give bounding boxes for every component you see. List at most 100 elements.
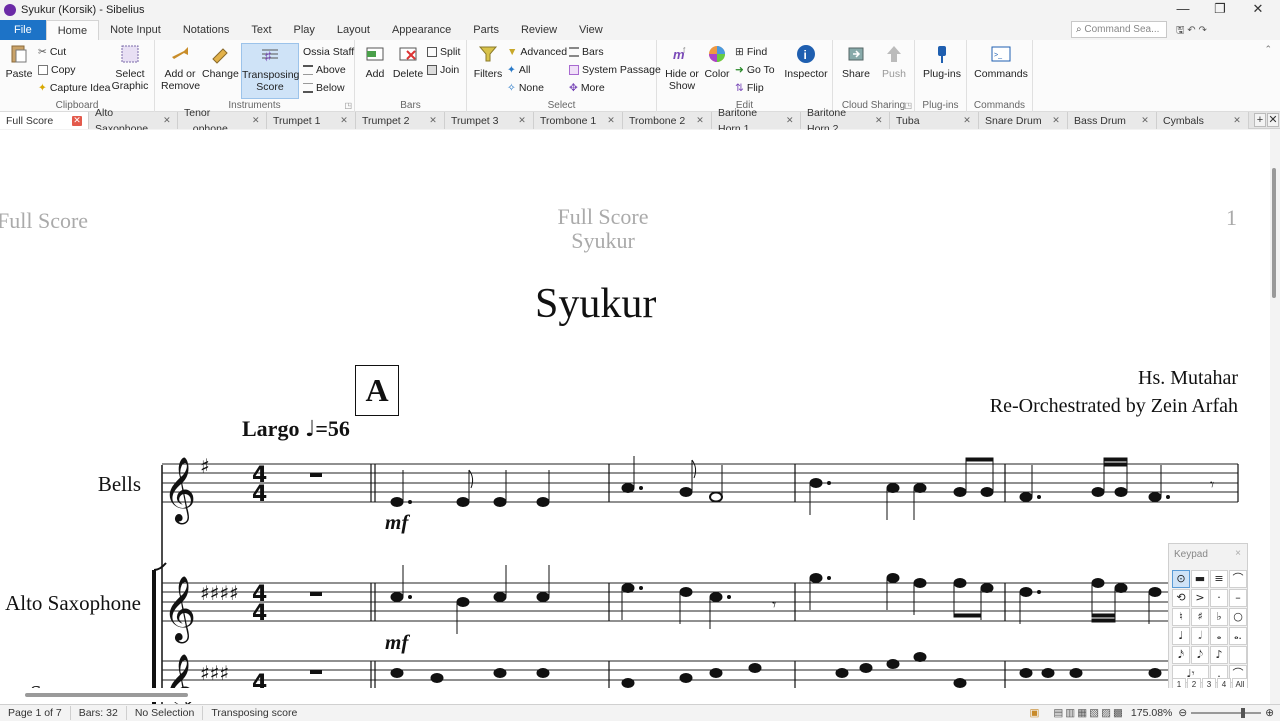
keypad-key[interactable]: 𝅘𝅥𝅯 [1172,646,1190,664]
tab-part[interactable]: Snare Drum ✕ [979,112,1068,129]
select-bars-button[interactable]: Bars [569,44,604,60]
keypad-close-button[interactable]: × [1232,548,1244,560]
hide-show-button[interactable]: mf Hide or Show [661,43,703,92]
keypad-key[interactable]: 𝅘𝅥𝅮 [1191,646,1209,664]
tab-full-score[interactable]: Full Score ✕ [0,112,89,129]
keypad-key[interactable]: ♮ [1172,608,1190,626]
keypad-key[interactable]: ♩ [1172,627,1190,645]
tab-part[interactable]: Trombone 1 ✕ [534,112,623,129]
inspector-button[interactable]: i Inspector [783,43,829,80]
zoom-slider[interactable] [1191,708,1262,718]
view-mode-icons[interactable]: ▤▥▦▧▨▩ [1053,707,1125,719]
command-search-input[interactable]: ⌕ Command Sea... [1071,21,1167,38]
close-tab-icon[interactable]: ✕ [517,115,527,126]
music-notation[interactable]: 𝄞 𝄞 𝄞 ♯ ♯♯♯♯ ♯♯♯ 4 4 4 4 4 𝄾 𝄾 [0,130,1270,704]
keypad-key[interactable]: ♪ [1210,646,1228,664]
advanced-filter-button[interactable]: ▼ Advanced [507,44,567,60]
tab-appearance[interactable]: Appearance [381,20,462,40]
tab-part[interactable]: Baritone Horn 2 ✕ [801,107,890,135]
select-all-button[interactable]: ✦ All [507,62,530,78]
tab-part[interactable]: Baritone Horn 1 ✕ [712,107,801,135]
tab-part[interactable]: Alto Saxophone ✕ [89,107,178,135]
close-all-tabs-button[interactable]: ✕ [1267,113,1279,127]
status-page[interactable]: Page 1 of 7 [0,705,71,720]
delete-bar-button[interactable]: Delete [391,43,425,80]
color-button[interactable]: Color [703,43,731,80]
split-bar-button[interactable]: Split [427,44,460,60]
select-none-button[interactable]: ✧ None [507,80,544,96]
cut-button[interactable]: ✂ Cut [38,44,66,60]
tab-note-input[interactable]: Note Input [99,20,172,40]
keypad-key[interactable]: ♭ [1210,608,1228,626]
add-remove-instruments-button[interactable]: Add or Remove [161,43,200,92]
dialog-launcher-icon[interactable]: ◳ [344,101,352,110]
tab-part[interactable]: Trumpet 1 ✕ [267,112,356,129]
keypad-key[interactable]: ⊙ [1172,570,1190,588]
tab-layout[interactable]: Layout [326,20,381,40]
commands-button[interactable]: >_ Commands [973,43,1029,80]
keypad-key[interactable] [1229,646,1247,664]
push-button[interactable]: Push [877,43,911,80]
system-passage-button[interactable]: System Passage [569,62,661,78]
add-tab-button[interactable]: + [1254,113,1266,127]
goto-button[interactable]: ➜ Go To [735,62,775,78]
zoom-in-icon[interactable]: ⊕ [1265,707,1274,719]
keypad-key[interactable]: 𝅗𝅥 [1191,627,1209,645]
keypad-key[interactable]: · [1210,589,1228,607]
paste-button[interactable]: Paste [4,43,34,80]
close-tab-icon[interactable]: ✕ [695,115,705,126]
keypad-key[interactable]: > [1191,589,1209,607]
filters-button[interactable]: Filters [471,43,505,80]
close-tab-icon[interactable]: ✕ [962,115,972,126]
share-button[interactable]: Share [839,43,873,80]
keypad-key[interactable]: ▬ [1191,570,1209,588]
keypad-key[interactable]: ⟲ [1172,589,1190,607]
close-tab-icon[interactable]: ✕ [339,115,349,126]
close-tab-icon[interactable]: ✕ [72,115,82,126]
tab-part[interactable]: Tuba ✕ [890,112,979,129]
select-graphic-button[interactable]: Select Graphic [108,43,152,92]
tab-part[interactable]: Trumpet 2 ✕ [356,112,445,129]
zoom-out-icon[interactable]: ⊖ [1178,707,1187,719]
close-tab-icon[interactable]: ✕ [786,115,794,126]
tab-part[interactable]: Cymbals ✕ [1157,112,1249,129]
find-button[interactable]: ⊞ Find [735,44,767,60]
tab-text[interactable]: Text [240,20,282,40]
horizontal-scroll-thumb[interactable] [25,693,188,697]
zoom-slider-knob[interactable] [1241,708,1246,718]
maximize-button[interactable]: ❐ [1202,0,1238,20]
minimize-button[interactable]: — [1165,0,1201,20]
close-tab-icon[interactable]: ✕ [1051,115,1061,126]
close-tab-icon[interactable]: ✕ [875,115,883,126]
keypad-key[interactable]: ○ [1229,608,1247,626]
tab-review[interactable]: Review [510,20,568,40]
close-tab-icon[interactable]: ✕ [1232,115,1242,126]
transposing-score-button[interactable]: ♯ Transposing Score [241,43,299,99]
keypad-key[interactable]: – [1229,589,1247,607]
capture-idea-button[interactable]: ✦ Capture Idea [38,80,111,96]
keypad-key[interactable]: ♯ [1191,608,1209,626]
tab-notations[interactable]: Notations [172,20,240,40]
ossia-above-button[interactable]: Above [303,62,346,78]
tab-part[interactable]: Trombone 2 ✕ [623,112,712,129]
tab-part[interactable]: Trumpet 3 ✕ [445,112,534,129]
select-more-button[interactable]: ✥ More [569,80,605,96]
close-tab-icon[interactable]: ✕ [252,115,260,126]
copy-button[interactable]: Copy [38,62,76,78]
join-bar-button[interactable]: Join [427,62,459,78]
keypad-key[interactable]: ⌒ [1229,570,1247,588]
vertical-scroll-thumb[interactable] [1272,168,1276,298]
horizontal-scrollbar[interactable] [0,688,1270,702]
tab-part[interactable]: Tenor ...ophone ✕ [178,107,267,135]
close-button[interactable]: ✕ [1240,0,1276,20]
alert-icon[interactable]: ▣ [1029,707,1039,719]
keypad-key[interactable]: 𝅝. [1229,627,1247,645]
cloud-launcher-icon[interactable]: ◳ [904,101,912,110]
quick-access-icons[interactable]: 🖫 ↶ ↷ [1176,23,1207,40]
close-tab-icon[interactable]: ✕ [163,115,171,126]
tab-view[interactable]: View [568,20,614,40]
score-view[interactable]: Full Score Full Score Syukur 1 Syukur Hs… [0,130,1270,704]
keypad-key[interactable]: ≡ [1210,570,1228,588]
flip-button[interactable]: ⇅ Flip [735,80,764,96]
tab-parts[interactable]: Parts [462,20,510,40]
